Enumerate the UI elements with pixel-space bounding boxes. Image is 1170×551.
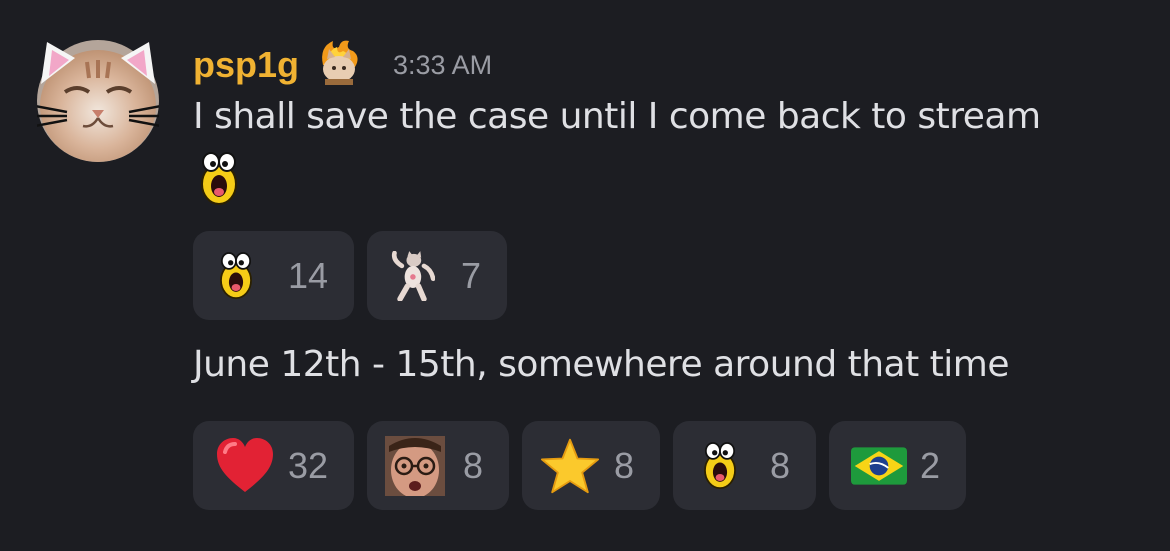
screaming-yellow-emoji — [201, 152, 237, 205]
reaction-pill[interactable]: 8 — [367, 421, 509, 510]
reaction-count: 14 — [287, 254, 328, 296]
face-photo-emoji — [385, 435, 445, 496]
fire-cat-icon[interactable] — [315, 37, 363, 85]
reaction-pill[interactable]: 14 — [193, 231, 354, 320]
reaction-count: 8 — [462, 444, 483, 486]
screaming-yellow-emoji — [220, 251, 252, 299]
message-header: psp1g 3:33 AM — [193, 30, 492, 100]
reaction-pill[interactable]: 2 — [829, 421, 966, 510]
reaction-count: 32 — [287, 444, 328, 486]
reaction-pill[interactable]: 8 — [673, 421, 816, 510]
username[interactable]: psp1g — [193, 44, 299, 86]
red-heart-emoji — [217, 437, 273, 492]
reaction-bar: 14 7 — [193, 231, 507, 320]
star-emoji — [540, 438, 600, 493]
reaction-bar: 32 8 8 8 2 — [193, 421, 966, 510]
screaming-yellow-emoji — [704, 441, 736, 489]
reaction-count: 8 — [769, 444, 790, 486]
reaction-pill[interactable]: 32 — [193, 421, 354, 510]
timestamp: 3:33 AM — [393, 49, 493, 80]
dancing-cat-emoji — [391, 250, 435, 301]
message-text: June 12th - 15th, somewhere around that … — [193, 344, 1010, 385]
reaction-pill[interactable]: 7 — [367, 231, 507, 320]
brazil-flag-emoji — [851, 446, 907, 485]
reaction-count: 8 — [613, 444, 634, 486]
message-text: I shall save the case until I come back … — [193, 96, 1041, 137]
avatar[interactable] — [37, 40, 159, 162]
reaction-pill[interactable]: 8 — [522, 421, 660, 510]
reaction-count: 7 — [460, 254, 481, 296]
chat-message: psp1g 3:33 AM I shall save the case unti… — [0, 0, 1170, 551]
reaction-count: 2 — [919, 444, 940, 486]
